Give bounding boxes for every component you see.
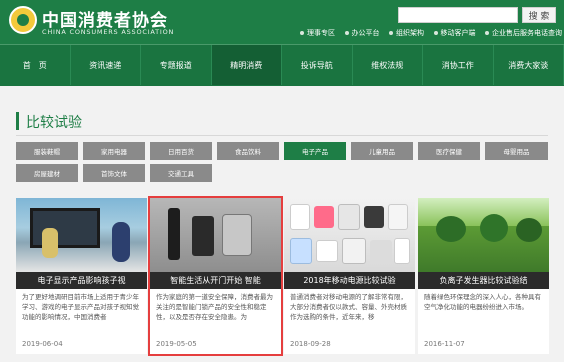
top-links: 理事专区 办公平台 组织架构 移动客户端 企业售后服务电话查询 — [300, 27, 562, 39]
toplink-label: 组织架构 — [396, 29, 424, 37]
article-card[interactable]: 智能生活从开门开始 智能 作为家庭的第一道安全保障，消费者最为关注的是智能门锁产… — [148, 196, 283, 356]
nav-work[interactable]: 消协工作 — [423, 45, 494, 85]
article-card[interactable]: 电子显示产品影响孩子视 为了更好地调研目前市场上适用于青少年学习、游戏的电子显示… — [16, 198, 147, 354]
site-subtitle: CHINA CONSUMERS ASSOCIATION — [42, 28, 175, 36]
nav-laws[interactable]: 维权法规 — [353, 45, 423, 85]
toplink-service-phone[interactable]: 企业售后服务电话查询 — [485, 27, 562, 39]
kids-playing-image[interactable] — [16, 198, 147, 272]
toplink-label: 办公平台 — [351, 29, 380, 37]
search-input[interactable] — [398, 7, 518, 23]
card-date: 2019-06-04 — [22, 340, 63, 348]
section-header: 比较试验 — [16, 110, 548, 136]
tab-appliances[interactable]: 家用电器 — [83, 142, 145, 160]
nav-complaint[interactable]: 投诉导航 — [282, 45, 353, 85]
site-header: 中国消费者协会 CHINA CONSUMERS ASSOCIATION 搜 索 … — [0, 0, 564, 44]
toplink-council[interactable]: 理事专区 — [300, 27, 335, 39]
toplink-label: 企业售后服务电话查询 — [492, 29, 562, 37]
toplink-label: 移动客户端 — [440, 29, 476, 37]
card-description: 普通消费者对移动电源的了解非常有限，大部分消费者仅以款式、容量、外壳材质作为选购… — [290, 293, 407, 321]
section-title: 比较试验 — [26, 115, 82, 131]
dot-icon — [485, 31, 489, 35]
smart-lock-image[interactable] — [150, 198, 281, 272]
nav-home[interactable]: 首 页 — [0, 45, 71, 85]
card-description: 作为家庭的第一道安全保障，消费者最为关注的是智能门锁产品的安全性和稳定性，以及是… — [156, 293, 273, 321]
card-date: 2018-09-28 — [290, 340, 331, 348]
tab-maternity[interactable]: 母婴用品 — [485, 142, 548, 160]
toplink-mobile[interactable]: 移动客户端 — [433, 27, 476, 39]
category-tabs: 服装鞋帽 家用电器 日用百货 食品饮料 电子产品 儿童用品 医疗保健 母婴用品 … — [16, 142, 548, 182]
card-title[interactable]: 2018年移动电源比较试验 — [284, 272, 415, 289]
card-description: 随着绿色环保理念的深入人心，各种具有空气净化功能的电器纷纷进入市场。 — [424, 293, 541, 311]
card-title[interactable]: 智能生活从开门开始 智能 — [150, 272, 281, 289]
tab-daily-goods[interactable]: 日用百货 — [150, 142, 212, 160]
tab-transport[interactable]: 交通工具 — [150, 164, 212, 182]
tab-clothing[interactable]: 服装鞋帽 — [16, 142, 78, 160]
search-button[interactable]: 搜 索 — [522, 7, 556, 23]
card-title[interactable]: 负离子发生器比较试验结 — [418, 272, 549, 289]
grass-image[interactable] — [418, 198, 549, 272]
article-card[interactable]: 负离子发生器比较试验结 随着绿色环保理念的深入人心，各种具有空气净化功能的电器纷… — [418, 198, 549, 354]
dot-icon — [300, 31, 304, 35]
card-date: 2019-05-05 — [156, 340, 197, 348]
card-title[interactable]: 电子显示产品影响孩子视 — [16, 272, 147, 289]
power-banks-image[interactable] — [284, 198, 415, 272]
toplink-label: 理事专区 — [307, 29, 335, 37]
nav-news[interactable]: 资讯速递 — [71, 45, 141, 85]
article-card[interactable]: 2018年移动电源比较试验 普通消费者对移动电源的了解非常有限，大部分消费者仅以… — [284, 198, 415, 354]
toplink-org[interactable]: 组织架构 — [389, 27, 424, 39]
nav-smart-consume[interactable]: 精明消费 — [211, 45, 282, 85]
tab-electronics[interactable]: 电子产品 — [284, 142, 346, 160]
toplink-office[interactable]: 办公平台 — [344, 27, 380, 39]
nav-discuss[interactable]: 消费大家谈 — [494, 45, 564, 85]
tab-jewelry[interactable]: 首饰文体 — [83, 164, 145, 182]
tab-children[interactable]: 儿童用品 — [351, 142, 413, 160]
association-logo-icon[interactable] — [9, 6, 37, 34]
tab-health[interactable]: 医疗保健 — [418, 142, 480, 160]
dot-icon — [389, 31, 393, 35]
title-accent-bar — [16, 112, 19, 130]
tab-food[interactable]: 食品饮料 — [217, 142, 279, 160]
card-date: 2016-11-07 — [424, 340, 465, 348]
nav-special[interactable]: 专题报道 — [141, 45, 212, 85]
dot-icon — [344, 31, 349, 35]
dot-icon — [433, 31, 438, 35]
tab-building[interactable]: 房屋建材 — [16, 164, 78, 182]
main-nav: 首 页 资讯速递 专题报道 精明消费 投诉导航 维权法规 消协工作 消费大家谈 — [0, 44, 564, 86]
card-description: 为了更好地调研目前市场上适用于青少年学习、游戏的电子显示产品对孩子视知觉功能的影… — [22, 293, 139, 321]
